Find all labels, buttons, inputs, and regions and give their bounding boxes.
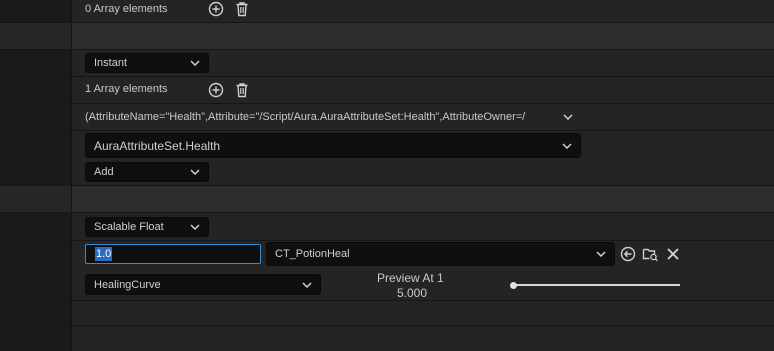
magnitude-type-row: Scalable Float (0, 213, 774, 241)
curve-table-dropdown[interactable]: CT_PotionHeal (266, 242, 615, 266)
curve-row-value: HealingCurve (94, 278, 161, 291)
preview-value: 5.000 (397, 286, 428, 300)
empty-row (0, 301, 774, 326)
row-label-cell (0, 131, 72, 159)
modifier-op-row: Add (0, 159, 774, 186)
reset-arrow-icon[interactable] (620, 246, 636, 262)
row-label-cell (0, 213, 72, 240)
row-label-cell (0, 50, 72, 76)
dropdown-value: AuraAttributeSet.Health (94, 138, 221, 153)
row-label-cell (0, 186, 72, 212)
magnitude-type-dropdown[interactable]: Scalable Float (85, 217, 209, 237)
modifiers-array-row: 1 Array elements (0, 77, 774, 104)
preview-label: Preview At 1 (377, 271, 444, 285)
attribute-summary-row[interactable]: (AttributeName="Health",Attribute="/Scri… (0, 104, 774, 131)
row-label-cell (0, 241, 72, 300)
preview-level-slider-track[interactable] (513, 284, 680, 286)
row-label-cell (0, 104, 72, 130)
scalable-value-text: 1.0 (95, 247, 113, 261)
chevron-down-icon (190, 169, 200, 175)
section-spacer-row (0, 186, 774, 213)
section-spacer-row (0, 23, 774, 50)
chevron-down-icon (190, 224, 200, 230)
array-row-0: 0 Array elements (0, 0, 774, 23)
duration-policy-row: Instant (0, 50, 774, 77)
empty-row (0, 326, 774, 351)
array-count-label: 0 Array elements (85, 3, 168, 15)
scalable-value-input[interactable]: 1.0 (85, 244, 261, 264)
attribute-picker-row: AuraAttributeSet.Health (0, 131, 774, 159)
add-element-icon[interactable] (208, 1, 224, 17)
row-label-cell (0, 77, 72, 103)
attribute-summary-text: (AttributeName="Health",Attribute="/Scri… (85, 111, 526, 123)
clear-x-icon[interactable] (665, 246, 681, 262)
chevron-down-icon (190, 60, 200, 66)
chevron-down-icon (302, 281, 312, 288)
browse-folder-icon[interactable] (642, 246, 658, 262)
attribute-dropdown[interactable]: AuraAttributeSet.Health (85, 133, 581, 158)
duration-policy-dropdown[interactable]: Instant (85, 53, 209, 73)
curve-row-dropdown[interactable]: HealingCurve (85, 274, 321, 295)
chevron-down-icon (562, 142, 572, 149)
row-label-cell (0, 23, 72, 49)
curve-table-value: CT_PotionHeal (275, 248, 350, 260)
delete-all-icon[interactable] (234, 1, 250, 17)
dropdown-value: Instant (94, 57, 128, 69)
dropdown-value: Add (94, 166, 114, 178)
array-count-label: 1 Array elements (85, 83, 168, 95)
preview-level-slider-handle[interactable] (510, 282, 517, 289)
row-label-cell (0, 159, 72, 185)
row-label-cell (0, 0, 72, 22)
row-label-cell (0, 301, 72, 325)
chevron-down-icon (596, 251, 606, 257)
dropdown-value: Scalable Float (94, 221, 164, 233)
row-label-cell (0, 326, 72, 351)
add-element-icon[interactable] (208, 82, 224, 98)
delete-all-icon[interactable] (234, 82, 250, 98)
modifier-op-dropdown[interactable]: Add (85, 162, 209, 182)
chevron-down-icon[interactable] (563, 114, 573, 120)
